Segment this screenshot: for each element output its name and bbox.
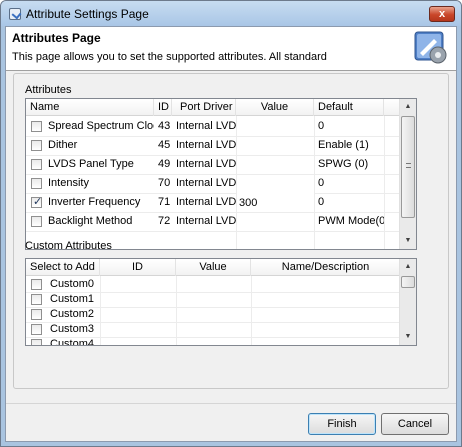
settings-gear-icon <box>414 31 447 64</box>
attribute-row[interactable]: LVDS Panel Type 49 Internal LVDS SPWG (0) <box>26 155 401 174</box>
column-header-name-description[interactable]: Name/Description <box>251 259 401 276</box>
column-header-select-to-add[interactable]: Select to Add <box>26 259 100 276</box>
attribute-row[interactable]: Backlight Method 72 Internal LVDS PWM Mode(… <box>26 212 401 231</box>
scroll-up-icon[interactable]: ▲ <box>400 99 416 115</box>
attribute-id-cell: 49 <box>158 158 171 170</box>
attribute-port-driver-cell: Internal LVDS <box>176 158 236 170</box>
attribute-name-cell: Spread Spectrum Clocking <box>48 120 154 132</box>
attributes-table-header: Name ID Port Driver Value Default <box>26 99 401 116</box>
column-header-custom-id[interactable]: ID <box>100 259 176 276</box>
attribute-default-cell: Enable (1) <box>318 139 369 151</box>
custom-attribute-row[interactable]: Custom3 <box>26 322 401 337</box>
attribute-value-cell[interactable] <box>236 155 314 174</box>
column-header-port-driver[interactable]: Port Driver <box>172 99 236 116</box>
column-header-custom-value[interactable]: Value <box>176 259 251 276</box>
attribute-row[interactable]: Inverter Frequency 71 Internal LVDS 0 300 <box>26 193 401 212</box>
attribute-default-cell: PWM Mode(0) <box>318 215 384 227</box>
attribute-name-cell: Inverter Frequency <box>48 196 141 208</box>
attribute-id-cell: 45 <box>158 139 171 151</box>
attribute-port-driver-cell: Internal LVDS <box>176 196 236 208</box>
attribute-port-driver-cell: Internal LVDS <box>176 120 236 132</box>
custom-attributes-group-label: Custom Attributes <box>25 240 112 252</box>
custom-attribute-row[interactable]: Custom1 <box>26 292 401 307</box>
column-header-id[interactable]: ID <box>154 99 172 116</box>
attributes-scrollbar[interactable]: ▲ ▼ <box>399 99 416 249</box>
attribute-value-input[interactable]: 300 <box>236 193 314 212</box>
attribute-name-cell: LVDS Panel Type <box>48 158 134 170</box>
attribute-name-cell: Intensity <box>48 177 89 189</box>
custom-attribute-checkbox[interactable] <box>31 279 42 290</box>
custom-attribute-name: Custom1 <box>50 293 95 305</box>
window: Attribute Settings Page x Attributes Pag… <box>0 0 462 447</box>
custom-attribute-row[interactable]: Custom4 <box>26 337 401 346</box>
window-title: Attribute Settings Page <box>26 7 149 21</box>
attribute-default-cell: SPWG (0) <box>318 158 369 170</box>
attributes-group-label: Attributes <box>25 84 72 96</box>
attribute-id-cell: 71 <box>158 196 171 208</box>
custom-attribute-checkbox[interactable] <box>31 294 42 305</box>
attribute-id-cell: 43 <box>158 120 171 132</box>
attribute-checkbox[interactable] <box>31 121 42 132</box>
custom-scrollbar[interactable]: ▲ ▼ <box>399 259 416 345</box>
attribute-checkbox[interactable] <box>31 178 42 189</box>
custom-attribute-name: Custom4 <box>50 338 95 346</box>
title-bar[interactable]: Attribute Settings Page x <box>1 1 461 26</box>
custom-attribute-row[interactable]: Custom2 <box>26 307 401 322</box>
custom-attributes-table[interactable]: Select to Add ID Value Name/Description … <box>25 258 417 346</box>
attribute-value-cell[interactable] <box>236 136 314 155</box>
footer-separator <box>6 403 456 404</box>
column-header-name[interactable]: Name <box>26 99 154 116</box>
custom-scroll-up-icon[interactable]: ▲ <box>400 259 416 275</box>
custom-table-header: Select to Add ID Value Name/Description <box>26 259 401 276</box>
custom-attribute-name: Custom3 <box>50 323 95 335</box>
attribute-value-cell[interactable] <box>236 174 314 193</box>
scroll-thumb[interactable] <box>401 116 415 218</box>
attribute-id-cell: 72 <box>158 215 171 227</box>
custom-attribute-name: Custom2 <box>50 308 95 320</box>
page-description: This page allows you to set the supporte… <box>12 51 327 63</box>
cancel-button[interactable]: Cancel <box>381 413 449 435</box>
attribute-checkbox[interactable] <box>31 195 42 208</box>
attribute-port-driver-cell: Internal LVDS <box>176 215 236 227</box>
column-header-default[interactable]: Default <box>314 99 384 116</box>
scroll-down-icon[interactable]: ▼ <box>400 233 416 249</box>
attribute-default-cell: 0 <box>318 120 325 132</box>
custom-attribute-name: Custom0 <box>50 278 95 290</box>
settings-app-icon <box>9 8 21 20</box>
attribute-default-cell: 0 <box>318 177 325 189</box>
custom-attribute-checkbox[interactable] <box>31 324 42 335</box>
attribute-row[interactable]: Spread Spectrum Clocking 43 Internal LVDS 0 <box>26 117 401 136</box>
attribute-checkbox[interactable] <box>31 216 42 227</box>
attribute-checkbox[interactable] <box>31 140 42 151</box>
attributes-table[interactable]: Name ID Port Driver Value Default Spread… <box>25 98 417 250</box>
attribute-checkbox[interactable] <box>31 159 42 170</box>
attribute-value-cell[interactable] <box>236 117 314 136</box>
close-button[interactable]: x <box>429 6 455 22</box>
custom-attribute-checkbox[interactable] <box>31 339 42 345</box>
page-title: Attributes Page <box>12 31 101 45</box>
attribute-row[interactable]: Dither 45 Internal LVDS Enable (1) <box>26 136 401 155</box>
attribute-name-cell: Backlight Method <box>48 215 133 227</box>
custom-attribute-row[interactable]: Custom0 <box>26 277 401 292</box>
dialog-client: Attributes Page This page allows you to … <box>5 26 457 442</box>
attribute-name-cell: Dither <box>48 139 78 151</box>
custom-attribute-checkbox[interactable] <box>31 309 42 320</box>
custom-scroll-down-icon[interactable]: ▼ <box>400 329 416 345</box>
custom-scroll-thumb[interactable] <box>401 276 415 288</box>
attribute-value-cell[interactable] <box>236 212 314 231</box>
column-header-value[interactable]: Value <box>236 99 314 116</box>
page-header: Attributes Page This page allows you to … <box>6 27 456 71</box>
attribute-port-driver-cell: Internal LVDS <box>176 177 236 189</box>
finish-button[interactable]: Finish <box>308 413 376 435</box>
attribute-default-cell: 0 <box>318 196 325 208</box>
attribute-id-cell: 70 <box>158 177 171 189</box>
attribute-row[interactable]: Intensity 70 Internal LVDS 0 <box>26 174 401 193</box>
attribute-port-driver-cell: Internal LVDS <box>176 139 236 151</box>
